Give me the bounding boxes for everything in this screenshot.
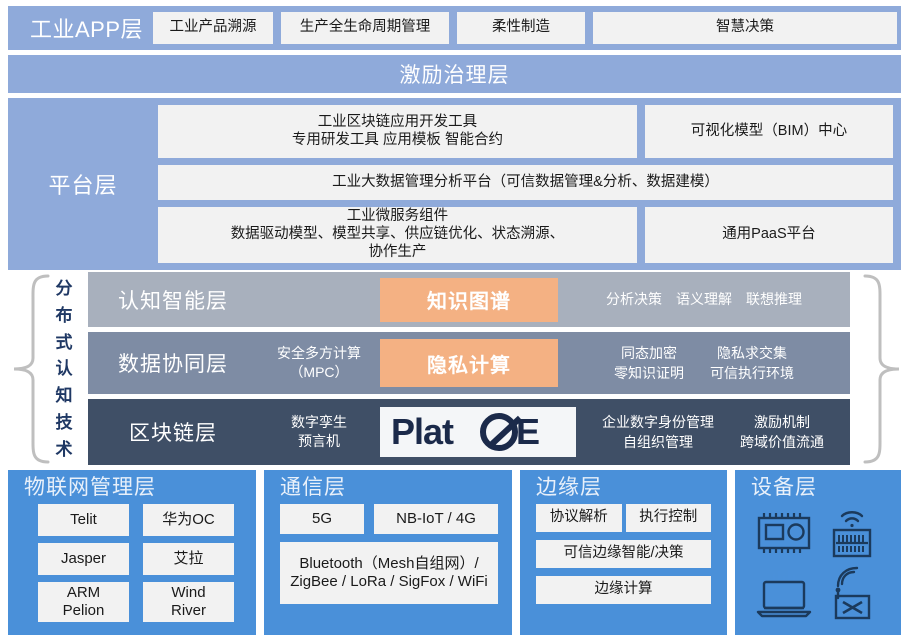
laptop-icon (752, 568, 816, 620)
blockchain-column-1: 企业数字身份管理 自组织管理 (602, 412, 714, 453)
curly-brace-right-icon (859, 272, 905, 466)
capability-semantic-understanding: 语义理解 (676, 289, 732, 309)
platform-layer-content: 工业区块链应用开发工具专用研发工具 应用模板 智能合约 可视化模型（BIM）中心… (158, 105, 901, 263)
data-collaboration-capabilities: 同态加密 零知识证明 隐私求交集 可信执行环境 (558, 343, 850, 384)
edge-item-protocol-parsing[interactable]: 协议解析 (536, 504, 622, 532)
privacy-computing-badge[interactable]: 隐私计算 (380, 339, 558, 387)
communication-panel-body: 5G NB-IoT / 4G Bluetooth（Mesh自组网）/ ZigBe… (274, 504, 502, 627)
platform-microservice-box[interactable]: 工业微服务组件数据驱动模型、模型共享、供应链优化、状态溯源、协作生产 (158, 207, 637, 263)
comm-item-bluetooth-group[interactable]: Bluetooth（Mesh自组网）/ ZigBee / LoRa / SigF… (280, 542, 498, 604)
blockchain-column-2: 激励机制 跨域价值流通 (740, 412, 824, 453)
cognitive-intelligence-capabilities: 分析决策 语义理解 联想推理 (558, 289, 850, 309)
platform-dev-tools-box[interactable]: 工业区块链应用开发工具专用研发工具 应用模板 智能合约 (158, 105, 637, 158)
architecture-diagram: 工业APP层 工业产品溯源 生产全生命周期管理 柔性制造 智慧决策 激励治理层 … (0, 0, 909, 639)
plc-controller-icon (753, 507, 815, 559)
blockchain-layer-name: 区块链层 (88, 417, 258, 447)
iot-vendor-grid: Telit 华为OC Jasper 艾拉 ARMPelion WindRiver (18, 504, 246, 622)
svg-text:Plat: Plat (391, 411, 454, 452)
capability-analysis-decision: 分析决策 (606, 289, 662, 309)
bottom-panels: 物联网管理层 Telit 华为OC Jasper 艾拉 ARMPelion Wi… (8, 470, 901, 635)
iot-management-panel: 物联网管理层 Telit 华为OC Jasper 艾拉 ARMPelion Wi… (8, 470, 256, 635)
capability-cross-domain-value: 跨域价值流通 (740, 432, 824, 452)
capability-enterprise-digital-identity: 企业数字身份管理 (602, 412, 714, 432)
data-collaboration-mpc-text: 安全多方计算（MPC） (258, 344, 380, 382)
iot-vendor-telit[interactable]: Telit (38, 504, 129, 536)
comm-item-nbiot-4g[interactable]: NB-IoT / 4G (374, 504, 498, 534)
iot-vendor-ayla[interactable]: 艾拉 (143, 543, 234, 575)
distributed-cognitive-vertical-label: 分 布 式 认 知 技 术 (48, 276, 80, 462)
platform-bim-center-box[interactable]: 可视化模型（BIM）中心 (645, 105, 893, 158)
vlabel-char-5: 技 (56, 414, 73, 431)
app-layer-band: 工业APP层 工业产品溯源 生产全生命周期管理 柔性制造 智慧决策 (8, 6, 901, 50)
vlabel-char-6: 术 (56, 441, 73, 458)
data-collab-column-2: 隐私求交集 可信执行环境 (710, 343, 794, 384)
capability-incentive-mechanism: 激励机制 (740, 412, 824, 432)
app-item-product-traceability[interactable]: 工业产品溯源 (153, 12, 273, 44)
platform-layer-band: 平台层 工业区块链应用开发工具专用研发工具 应用模板 智能合约 可视化模型（BI… (8, 98, 901, 270)
capability-trusted-execution-env: 可信执行环境 (710, 363, 794, 383)
blockchain-mid-text: 数字孪生预言机 (258, 413, 380, 451)
comm-item-5g[interactable]: 5G (280, 504, 364, 534)
cognitive-rows-stack: 认知智能层 知识图谱 分析决策 语义理解 联想推理 数据协同层 安全多方计算（M… (88, 272, 850, 466)
capability-homomorphic-encryption: 同态加密 (614, 343, 684, 363)
communication-top-row: 5G NB-IoT / 4G (280, 504, 498, 534)
knowledge-graph-badge[interactable]: 知识图谱 (380, 278, 558, 322)
device-panel: 设备层 (735, 470, 901, 635)
device-panel-body (745, 504, 891, 627)
vlabel-char-1: 布 (56, 307, 73, 324)
edge-item-execution-control[interactable]: 执行控制 (626, 504, 712, 532)
edge-top-row: 协议解析 执行控制 (536, 504, 711, 532)
iot-vendor-jasper[interactable]: Jasper (38, 543, 129, 575)
app-layer-items: 工业产品溯源 生产全生命周期管理 柔性制造 智慧决策 (153, 12, 901, 44)
iot-panel-body: Telit 华为OC Jasper 艾拉 ARMPelion WindRiver (18, 504, 246, 627)
device-panel-title: 设备层 (745, 476, 891, 499)
data-collaboration-layer-name: 数据协同层 (88, 348, 258, 378)
edge-item-edge-computing[interactable]: 边缘计算 (536, 576, 711, 604)
governance-layer-band: 激励治理层 (8, 55, 901, 93)
platform-paas-box[interactable]: 通用PaaS平台 (645, 207, 893, 263)
data-collab-column-1: 同态加密 零知识证明 (614, 343, 684, 384)
capability-zero-knowledge-proof: 零知识证明 (614, 363, 684, 383)
platform-layer-title: 平台层 (8, 168, 158, 200)
wifi-barcode-scanner-icon (826, 505, 878, 561)
edge-item-trusted-edge-intelligence[interactable]: 可信边缘智能/决策 (536, 540, 711, 568)
data-collaboration-layer-row: 数据协同层 安全多方计算（MPC） 隐私计算 同态加密 零知识证明 隐私求交集 … (88, 332, 850, 394)
antenna-terminal-icon (824, 566, 880, 622)
platone-logo: Plat E (380, 407, 576, 457)
iot-vendor-huawei-oc[interactable]: 华为OC (143, 504, 234, 536)
edge-panel: 边缘层 协议解析 执行控制 可信边缘智能/决策 边缘计算 (520, 470, 727, 635)
svg-text:E: E (516, 411, 540, 452)
iot-management-panel-title: 物联网管理层 (18, 476, 246, 499)
blockchain-layer-row: 区块链层 数字孪生预言机 Plat E 企业数字身份管理 自组织管理 (88, 399, 850, 465)
vlabel-char-3: 认 (56, 360, 73, 377)
communication-panel: 通信层 5G NB-IoT / 4G Bluetooth（Mesh自组网）/ Z… (264, 470, 512, 635)
blockchain-capabilities: 企业数字身份管理 自组织管理 激励机制 跨域价值流通 (576, 412, 850, 453)
communication-panel-title: 通信层 (274, 476, 502, 499)
cognitive-intelligence-layer-name: 认知智能层 (88, 285, 258, 315)
edge-panel-title: 边缘层 (530, 476, 717, 499)
platform-bigdata-box[interactable]: 工业大数据管理分析平台（可信数据管理&分析、数据建模） (158, 165, 893, 199)
app-item-flexible-manufacturing[interactable]: 柔性制造 (457, 12, 585, 44)
edge-panel-body: 协议解析 执行控制 可信边缘智能/决策 边缘计算 (530, 504, 717, 627)
vlabel-char-4: 知 (56, 387, 73, 404)
capability-private-set-intersection: 隐私求交集 (710, 343, 794, 363)
iot-vendor-wind-river[interactable]: WindRiver (143, 582, 234, 622)
vlabel-char-2: 式 (56, 334, 73, 351)
app-layer-title: 工业APP层 (8, 12, 153, 44)
capability-associative-reasoning: 联想推理 (746, 289, 802, 309)
cognitive-intelligence-layer-row: 认知智能层 知识图谱 分析决策 语义理解 联想推理 (88, 272, 850, 327)
capability-self-organization-mgmt: 自组织管理 (602, 432, 714, 452)
distributed-cognitive-section: 分 布 式 认 知 技 术 认知智能层 知识图谱 分析决策 语义理解 联想推理 (0, 272, 909, 466)
app-item-smart-decision[interactable]: 智慧决策 (593, 12, 897, 44)
iot-vendor-arm-pelion[interactable]: ARMPelion (38, 582, 129, 622)
vlabel-char-0: 分 (56, 280, 73, 297)
app-item-lifecycle-management[interactable]: 生产全生命周期管理 (281, 12, 449, 44)
